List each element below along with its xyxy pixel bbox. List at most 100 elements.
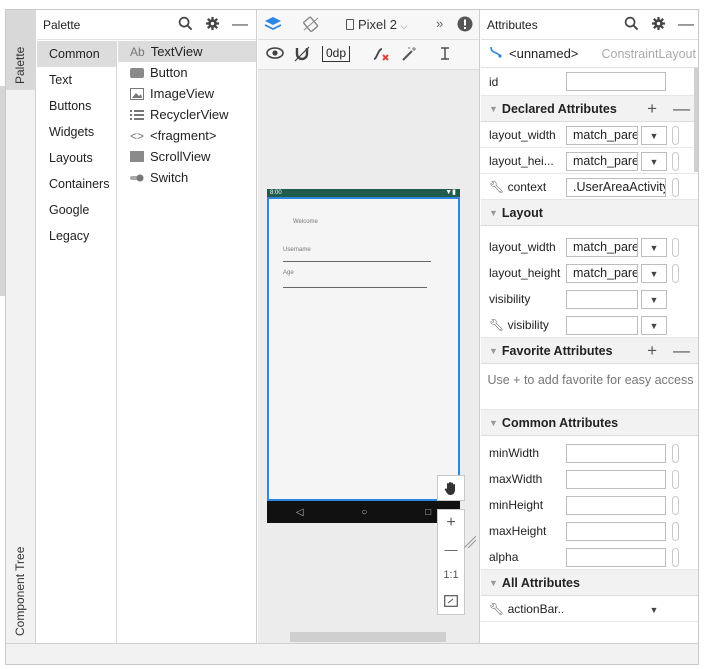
attributes-scrollbar[interactable] [694, 68, 698, 172]
zoom-in-button[interactable]: + [438, 510, 464, 536]
category-text[interactable]: Text [37, 67, 116, 93]
welcome-textview[interactable]: Welcome [293, 219, 318, 225]
search-icon[interactable] [624, 16, 639, 34]
minimize-icon[interactable]: — [678, 17, 694, 33]
resource-picker-button[interactable] [672, 238, 679, 257]
search-icon[interactable] [178, 16, 193, 34]
category-containers[interactable]: Containers [37, 171, 116, 197]
pan-hand-button[interactable] [437, 475, 465, 501]
attr-label: layout_width [489, 127, 556, 142]
attr-label: actionBar... [507, 601, 563, 616]
dropdown-arrow-icon[interactable]: ▼ [641, 152, 667, 171]
attr-row-id: id [481, 68, 698, 96]
add-icon[interactable]: + [647, 99, 657, 119]
magic-wand-icon[interactable] [401, 46, 417, 65]
minimize-icon[interactable]: — [232, 17, 248, 33]
age-edittext[interactable]: Age [283, 270, 294, 276]
palette-side-tab[interactable]: Palette [6, 10, 36, 90]
dropdown-arrow-icon[interactable]: ▼ [641, 600, 667, 619]
section-common-attributes[interactable]: ▼ Common Attributes [481, 410, 698, 436]
min-width-field[interactable] [566, 444, 666, 463]
dropdown-arrow-icon[interactable]: ▼ [641, 264, 667, 283]
category-legacy[interactable]: Legacy [37, 223, 116, 249]
visibility-field[interactable] [566, 290, 638, 309]
resource-picker-button[interactable] [672, 126, 679, 145]
action-bar-field[interactable] [566, 600, 638, 619]
overflow-icon[interactable]: » [436, 16, 443, 31]
resource-picker-button[interactable] [672, 152, 679, 171]
resource-picker-button[interactable] [672, 444, 679, 463]
button-icon [130, 67, 144, 78]
zoom-out-button[interactable]: — [438, 536, 464, 562]
layout-height-field[interactable]: match_pare [566, 264, 638, 283]
phone-screen[interactable]: Welcome Username Age [267, 197, 460, 501]
min-height-field[interactable] [566, 496, 666, 515]
eye-icon[interactable] [266, 46, 284, 63]
remove-icon[interactable]: — [673, 99, 690, 119]
layers-icon[interactable] [264, 16, 282, 35]
category-common[interactable]: Common [37, 41, 116, 67]
dropdown-arrow-icon[interactable]: ▼ [641, 238, 667, 257]
widget-switch[interactable]: Switch [118, 167, 256, 188]
widget-scrollview[interactable]: ScrollView [118, 146, 256, 167]
username-edittext[interactable]: Username [283, 247, 311, 253]
design-horizontal-scrollbar[interactable] [290, 632, 446, 642]
widget-fragment[interactable]: <> <fragment> [118, 125, 256, 146]
zoom-fit-button[interactable] [438, 588, 464, 614]
resource-picker-button[interactable] [672, 178, 679, 197]
switch-icon [130, 172, 144, 184]
baseline-icon[interactable] [438, 46, 452, 65]
resource-picker-button[interactable] [672, 548, 679, 567]
id-field[interactable] [566, 72, 666, 91]
layout-width-field[interactable]: match_pare [566, 126, 638, 145]
add-icon[interactable]: + [647, 341, 657, 361]
component-tree-side-tab[interactable]: Component Tree [6, 520, 36, 640]
max-width-field[interactable] [566, 470, 666, 489]
widget-button[interactable]: Button [118, 62, 256, 83]
gear-icon[interactable] [651, 16, 666, 34]
resize-handle-icon[interactable] [463, 534, 477, 549]
section-layout[interactable]: ▼ Layout [481, 200, 698, 226]
device-selector[interactable]: Pixel 2 ⌵ [346, 17, 407, 32]
palette-side-tab-label: Palette [13, 46, 27, 84]
widget-recyclerview[interactable]: RecyclerView [118, 104, 256, 125]
device-name: Pixel 2 [358, 17, 398, 32]
section-favorite-attributes[interactable]: ▼ Favorite Attributes + — [481, 338, 698, 364]
category-buttons[interactable]: Buttons [37, 93, 116, 119]
widget-imageview[interactable]: ImageView [118, 83, 256, 104]
attr-row: 🔧︎ context .UserAreaActivity [481, 174, 698, 200]
section-declared-attributes[interactable]: ▼ Declared Attributes + — [481, 96, 698, 122]
resource-picker-button[interactable] [672, 522, 679, 541]
widget-textview[interactable]: Ab TextView [118, 41, 256, 62]
page-scrollbar[interactable] [0, 86, 5, 296]
clear-constraints-icon[interactable] [372, 46, 390, 65]
section-all-attributes[interactable]: ▼ All Attributes [481, 570, 698, 596]
default-margin-field[interactable]: 0dp [322, 46, 351, 62]
category-layouts[interactable]: Layouts [37, 145, 116, 171]
phone-preview[interactable]: 8:00 ▼▮ Welcome Username Age ◁ ○ □ [267, 189, 460, 528]
dropdown-arrow-icon[interactable]: ▼ [641, 290, 667, 309]
remove-icon[interactable]: — [673, 341, 690, 361]
zoom-reset-button[interactable]: 1:1 [438, 562, 464, 588]
layout-width-field[interactable]: match_pare [566, 238, 638, 257]
resource-picker-button[interactable] [672, 470, 679, 489]
layout-height-field[interactable]: match_pare [566, 152, 638, 171]
attr-label-tools: 🔧︎ visibility [481, 318, 563, 332]
attr-label: maxWidth [489, 472, 543, 486]
category-google[interactable]: Google [37, 197, 116, 223]
gear-icon[interactable] [205, 16, 220, 34]
alpha-field[interactable] [566, 548, 666, 567]
dropdown-arrow-icon[interactable]: ▼ [641, 126, 667, 145]
orientation-icon[interactable] [302, 16, 320, 35]
left-tool-strip: Palette Component Tree [6, 10, 36, 643]
max-height-field[interactable] [566, 522, 666, 541]
resource-picker-button[interactable] [672, 496, 679, 515]
error-icon[interactable] [457, 16, 473, 35]
resource-picker-button[interactable] [672, 264, 679, 283]
magnet-icon[interactable] [294, 46, 310, 65]
dropdown-arrow-icon[interactable]: ▼ [641, 316, 667, 335]
attr-row: minHeight [481, 492, 698, 518]
category-widgets[interactable]: Widgets [37, 119, 116, 145]
tools-visibility-field[interactable] [566, 316, 638, 335]
context-field[interactable]: .UserAreaActivity [566, 178, 666, 197]
